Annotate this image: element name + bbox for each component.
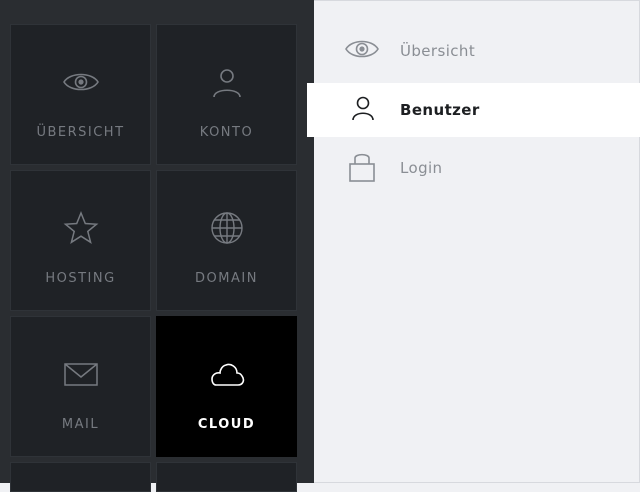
tile-uebersicht[interactable]: ÜBERSICHT bbox=[10, 24, 151, 165]
eye-icon bbox=[62, 63, 100, 105]
globe-icon bbox=[208, 209, 246, 251]
menu-item-benutzer[interactable]: Benutzer bbox=[307, 83, 640, 137]
mail-icon bbox=[62, 355, 100, 397]
tile-label: MAIL bbox=[61, 417, 100, 432]
tile-label: DOMAIN bbox=[195, 271, 258, 286]
menu-item-label: Übersicht bbox=[400, 42, 476, 60]
user-icon bbox=[208, 63, 246, 105]
menu-item-uebersicht[interactable]: Übersicht bbox=[307, 24, 640, 78]
tile-partial bbox=[10, 462, 151, 492]
tile-label: HOSTING bbox=[45, 271, 116, 286]
tile-label: CLOUD bbox=[197, 417, 256, 432]
tile-label: KONTO bbox=[199, 125, 254, 140]
eye-icon bbox=[345, 36, 379, 66]
star-icon bbox=[62, 209, 100, 251]
lock-icon bbox=[348, 149, 376, 187]
tile-domain[interactable]: DOMAIN bbox=[156, 170, 297, 311]
tile-hosting[interactable]: HOSTING bbox=[10, 170, 151, 311]
menu-item-label: Login bbox=[400, 159, 443, 177]
tile-mail[interactable]: MAIL bbox=[10, 316, 151, 457]
cloud-icon bbox=[207, 355, 247, 397]
tile-panel: ÜBERSICHT KONTO HOSTING DOMAIN MAIL CLOU… bbox=[0, 0, 314, 492]
tile-cloud[interactable]: CLOUD bbox=[156, 316, 297, 457]
menu-item-login[interactable]: Login bbox=[307, 141, 640, 195]
user-icon bbox=[351, 95, 375, 125]
tile-partial bbox=[156, 462, 297, 492]
menu-item-label: Benutzer bbox=[400, 101, 480, 119]
side-menu: Übersicht Benutzer Login bbox=[307, 0, 640, 483]
tile-konto[interactable]: KONTO bbox=[156, 24, 297, 165]
tile-label: ÜBERSICHT bbox=[36, 125, 125, 140]
